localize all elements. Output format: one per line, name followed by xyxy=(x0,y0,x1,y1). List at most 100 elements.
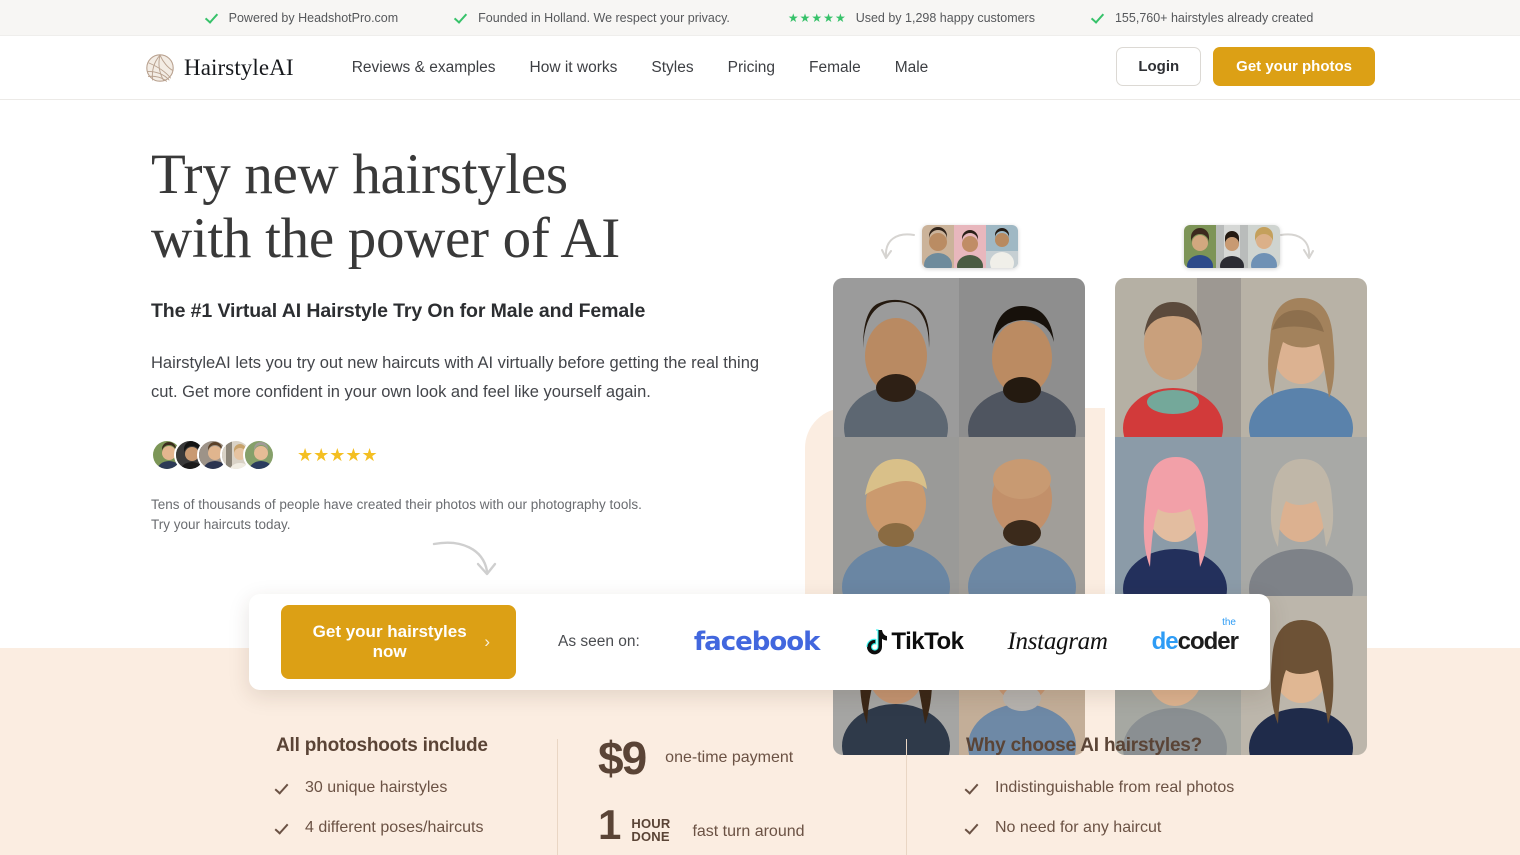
hero-heading-line2: with the power of AI xyxy=(151,207,620,270)
decoder-coder: coder xyxy=(1177,628,1239,655)
check-icon xyxy=(276,781,291,796)
stars-icon: ★★★★★ xyxy=(787,10,847,25)
get-your-photos-button[interactable]: Get your photos xyxy=(1213,47,1375,86)
nav-item-reviews[interactable]: Reviews & examples xyxy=(352,59,496,77)
check-icon xyxy=(276,821,291,836)
check-icon xyxy=(1093,11,1106,24)
features-column-pricing: $9 one-time payment 1 HOUR DONE fast tur… xyxy=(598,735,898,848)
page-title: Try new hairstyles with the power of AI xyxy=(151,143,801,271)
price-value: $9 xyxy=(598,732,647,784)
tiktok-note-icon xyxy=(866,629,888,655)
check-icon xyxy=(456,11,469,24)
hairstyle-photo xyxy=(833,437,959,596)
features-title: All photoshoots include xyxy=(276,735,488,756)
cta-button-label: Get your hairstyles now xyxy=(312,622,467,661)
feature-item: 4 different poses/haircuts xyxy=(276,819,556,837)
instagram-logo: Instagram xyxy=(1007,628,1108,655)
feature-label: 30 unique hairstyles xyxy=(305,779,448,796)
social-proof: ★★★★★ xyxy=(151,439,801,471)
hero-content: Try new hairstyles with the power of AI … xyxy=(151,143,801,576)
topbar-item-label: Used by 1,298 happy customers xyxy=(855,10,1035,25)
check-icon xyxy=(966,781,981,796)
nav-item-female[interactable]: Female xyxy=(809,59,861,77)
topbar-item: ★★★★★ Used by 1,298 happy customers xyxy=(788,11,1035,25)
input-photo-thumbnail xyxy=(954,225,986,268)
hero-paragraph: HairstyleAI lets you try out new haircut… xyxy=(151,354,760,401)
press-logos: facebook TikTok Instagram the decoder xyxy=(693,617,1239,657)
announcement-bar: Powered by HeadshotPro.com Founded in Ho… xyxy=(0,0,1520,36)
input-photo-thumbnail xyxy=(1216,225,1248,268)
topbar-item-label: Powered by HeadshotPro.com xyxy=(228,10,399,25)
hairstyle-photo xyxy=(1241,437,1367,596)
turnaround-number: 1 xyxy=(598,801,621,848)
features-title: Why choose AI hairstyles? xyxy=(966,735,1203,756)
decoder-the: the xyxy=(1222,617,1236,628)
nav-item-pricing[interactable]: Pricing xyxy=(728,59,775,77)
check-icon xyxy=(966,821,981,836)
turnaround-row: 1 HOUR DONE fast turn around xyxy=(598,801,898,848)
avatar xyxy=(243,439,275,471)
price-row: $9 one-time payment xyxy=(598,735,898,781)
hero-subheading: The #1 Virtual AI Hairstyle Try On for M… xyxy=(151,300,646,322)
check-icon xyxy=(207,11,220,24)
input-photo-thumbnail xyxy=(1248,225,1280,268)
input-photo-thumbnail xyxy=(1184,225,1216,268)
features-column-includes: All photoshoots include 30 unique hairst… xyxy=(276,735,556,837)
landing-page: Powered by HeadshotPro.com Founded in Ho… xyxy=(0,0,1520,855)
decoder-logo: the decoder xyxy=(1151,617,1239,656)
get-hairstyles-now-button[interactable]: Get your hairstyles now › xyxy=(281,605,516,679)
facebook-logo: facebook xyxy=(693,627,821,657)
input-photo-thumbnail xyxy=(922,225,954,268)
avatar-group xyxy=(151,439,275,471)
rating-stars: ★★★★★ xyxy=(297,444,378,465)
feature-label: Indistinguishable from real photos xyxy=(995,779,1235,796)
hero-note: Tens of thousands of people have created… xyxy=(151,497,642,532)
chevron-right-icon: › xyxy=(484,632,490,651)
turnaround-label: fast turn around xyxy=(692,822,805,840)
hairstyle-photo xyxy=(959,437,1085,596)
topbar-item: 155,760+ hairstyles already created xyxy=(1093,11,1313,25)
turnaround-unit-line2: DONE xyxy=(631,828,670,844)
divider xyxy=(557,739,558,855)
nav-item-male[interactable]: Male xyxy=(895,59,929,77)
nav-item-how-it-works[interactable]: How it works xyxy=(530,59,618,77)
tiktok-wordmark: TikTok xyxy=(891,628,964,655)
decoder-de: de xyxy=(1151,628,1179,655)
as-seen-on-label: As seen on: xyxy=(558,633,640,650)
topbar-item-label: 155,760+ hairstyles already created xyxy=(1114,10,1314,25)
hairstyle-photo xyxy=(833,278,959,437)
brand-name: HairstyleAI xyxy=(184,55,294,80)
divider xyxy=(906,739,907,855)
hairstyle-photo xyxy=(1241,278,1367,437)
site-header: HairstyleAI Reviews & examples How it wo… xyxy=(0,36,1520,100)
turnaround-unit: HOUR DONE xyxy=(631,817,670,843)
tiktok-logo: TikTok xyxy=(863,628,964,656)
topbar-item: Founded in Holland. We respect your priv… xyxy=(456,11,730,25)
hairstyle-photo xyxy=(959,278,1085,437)
hairstyle-swirl-icon xyxy=(145,53,175,83)
price-label: one-time payment xyxy=(665,749,794,766)
curved-arrow-right-icon xyxy=(1280,230,1314,273)
topbar-item: Powered by HeadshotPro.com xyxy=(207,11,399,25)
feature-label: No need for any haircut xyxy=(995,819,1162,836)
feature-item: 30 unique hairstyles xyxy=(276,779,556,797)
curved-arrow-left-icon xyxy=(881,230,915,273)
main-nav: Reviews & examples How it works Styles P… xyxy=(352,59,929,77)
input-photo-thumbnail xyxy=(986,225,1018,268)
features-strip: All photoshoots include 30 unique hairst… xyxy=(0,735,1520,855)
login-button[interactable]: Login xyxy=(1116,47,1202,86)
features-column-why: Why choose AI hairstyles? Indistinguisha… xyxy=(966,735,1296,837)
brand-logo[interactable]: HairstyleAI xyxy=(145,53,294,83)
feature-label: 4 different poses/haircuts xyxy=(305,819,484,836)
feature-item: Indistinguishable from real photos xyxy=(966,779,1296,797)
hairstyle-photo xyxy=(1115,278,1241,437)
nav-item-styles[interactable]: Styles xyxy=(651,59,693,77)
curved-arrow-down-icon xyxy=(431,535,503,588)
cta-card: Get your hairstyles now › As seen on: fa… xyxy=(249,594,1270,690)
feature-item: No need for any haircut xyxy=(966,819,1296,837)
hairstyle-photo xyxy=(1115,437,1241,596)
topbar-item-label: Founded in Holland. We respect your priv… xyxy=(478,10,730,25)
hero-heading-line1: Try new hairstyles xyxy=(151,143,568,206)
input-photos-female xyxy=(1184,225,1280,268)
input-photos-male xyxy=(922,225,1018,268)
